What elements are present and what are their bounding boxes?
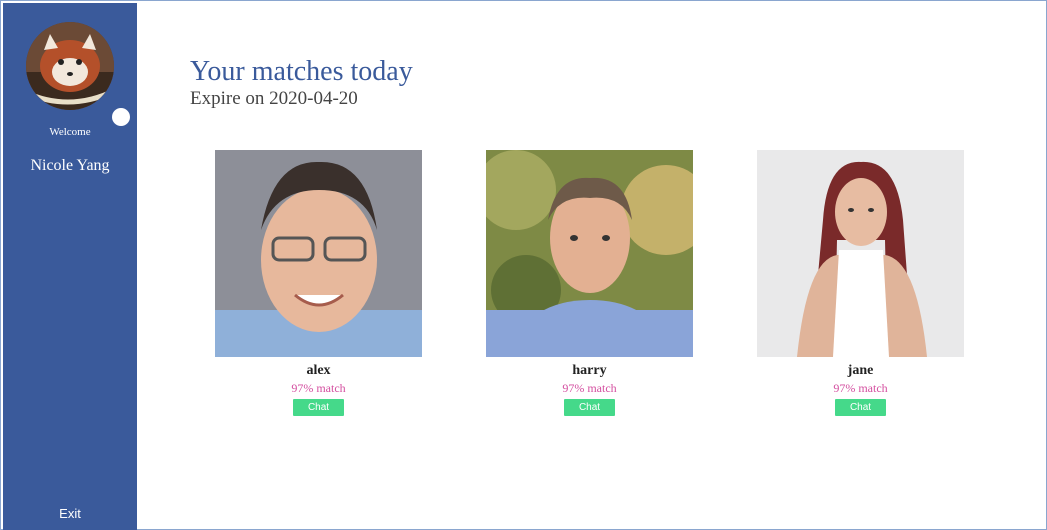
match-photo-alex[interactable] xyxy=(215,150,422,357)
user-name: Nicole Yang xyxy=(30,157,110,174)
welcome-label: Welcome xyxy=(49,126,91,138)
match-percentage: 97% match xyxy=(833,381,888,395)
match-card-harry: harry 97% match Chat xyxy=(486,150,693,416)
page-title: Your matches today xyxy=(190,56,413,87)
match-card-jane: jane 97% match Chat xyxy=(757,150,964,416)
chat-button-alex[interactable]: Chat xyxy=(293,399,344,416)
match-name: harry xyxy=(572,363,607,378)
match-percentage: 97% match xyxy=(562,381,617,395)
expire-date: Expire on 2020-04-20 xyxy=(190,88,358,109)
chat-button-harry[interactable]: Chat xyxy=(564,399,615,416)
sidebar: Welcome Nicole Yang Exit xyxy=(3,3,137,530)
match-name: jane xyxy=(847,363,874,378)
red-panda-avatar-icon xyxy=(26,22,114,110)
match-percentage: 97% match xyxy=(291,381,346,395)
match-card-alex: alex 97% match Chat xyxy=(215,150,422,416)
match-photo-jane[interactable] xyxy=(757,150,964,357)
online-status-icon xyxy=(112,108,130,126)
chat-button-jane[interactable]: Chat xyxy=(835,399,886,416)
exit-button[interactable]: Exit xyxy=(3,506,137,521)
user-avatar[interactable] xyxy=(26,22,130,126)
match-photo-harry[interactable] xyxy=(486,150,693,357)
match-name: alex xyxy=(306,363,331,378)
